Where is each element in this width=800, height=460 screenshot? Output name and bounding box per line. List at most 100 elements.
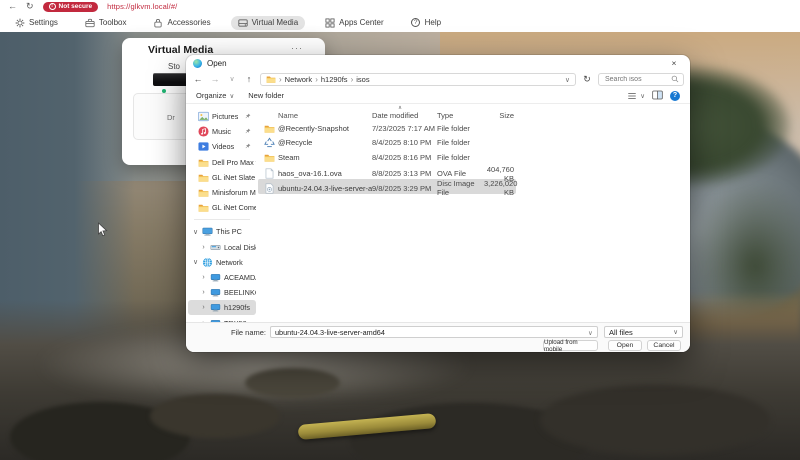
chevron-expanded-icon[interactable]: ∨ [192,258,199,266]
dialog-titlebar[interactable]: Open × [186,55,690,71]
close-icon[interactable]: × [665,56,683,70]
folder-icon [198,157,209,168]
cancel-button[interactable]: Cancel [647,340,681,351]
browser-refresh-icon[interactable]: ↻ [26,2,34,11]
question-icon: ? [411,18,421,28]
file-name-label: File name: [228,328,266,337]
menu-item-help[interactable]: ? Help [404,16,448,30]
column-header-size[interactable]: Size [484,111,514,120]
computer-icon [202,226,213,237]
dialog-body: PicturesMusicVideosDell Pro Max witGL iN… [186,104,690,322]
sidebar-item-gl-inet-slate-7[interactable]: GL iNet Slate 7 [188,170,256,185]
breadcrumb-segment-network[interactable]: Network [285,75,313,84]
sidebar-item-local-disk-c[interactable]: › Local Disk (C:) [188,240,256,255]
column-header-name[interactable]: Name [278,111,372,120]
file-row-recycle[interactable]: @Recycle8/4/2025 8:10 PMFile folder [258,136,516,151]
sidebar-item-aceamdaistr[interactable]: ›ACEAMDAISTR [188,270,256,285]
nav-back-icon[interactable]: ← [192,75,204,84]
chevron-expanded-icon[interactable]: ∨ [192,228,199,236]
nav-forward-icon[interactable]: → [209,75,221,84]
dropzone-label: Dr [167,113,175,122]
nav-up-icon[interactable]: ↑ [243,75,255,84]
folder-icon [198,172,209,183]
sidebar-item-minisforum-ms[interactable]: Minisforum MS- [188,185,256,200]
breadcrumb-segment-h1290fs[interactable]: h1290fs [321,75,348,84]
search-input[interactable] [603,75,671,84]
column-header-date-modified[interactable]: Date modified [372,111,437,120]
chevron-collapsed-icon[interactable]: › [200,304,207,311]
file-date-modified: 8/4/2025 8:10 PM [372,138,437,147]
sidebar-item-videos[interactable]: Videos [188,139,256,154]
sidebar-item-h1290fs[interactable]: › h1290fs [188,300,256,315]
organize-button[interactable]: Organize ∨ [196,91,234,100]
folder-icon [198,202,209,213]
breadcrumb-separator-icon: › [279,75,282,84]
pin-icon [245,112,251,121]
sidebar-item-this-pc[interactable]: ∨This PC [188,224,256,239]
folder-icon [264,123,275,134]
menu-item-label: Accessories [167,18,210,27]
file-type: OVA File [437,169,484,178]
file-icon [264,168,275,179]
url-text[interactable]: https://glkvm.local/#/ [107,2,177,11]
sidebar-item-label: Local Disk (C:) [224,243,256,252]
menu-item-label: Settings [29,18,58,27]
sidebar-item-label: Network [216,258,243,267]
pin-icon [245,127,251,136]
refresh-icon[interactable]: ↻ [581,74,593,85]
storage-label: Sto [168,62,180,71]
file-type: File folder [437,124,484,133]
address-dropdown-icon[interactable]: ∨ [565,76,570,84]
upload-from-mobile-button[interactable]: Upload from mobile [543,340,598,351]
file-row-steam[interactable]: Steam8/4/2025 8:16 PMFile folder [258,150,516,165]
file-name-input[interactable] [270,326,598,338]
file-size: 3,226,020 KB [484,179,514,197]
open-button[interactable]: Open [608,340,642,351]
file-row-ubuntu-24-04-3-live-server-amd64[interactable]: ubuntu-24.04.3-live-server-amd649/8/2025… [258,179,516,194]
view-mode-button[interactable]: ∨ [627,91,645,101]
chevron-collapsed-icon[interactable]: › [200,289,207,296]
breadcrumb-separator-icon: › [351,75,354,84]
menu-item-apps-center[interactable]: Apps Center [318,16,390,30]
new-folder-button[interactable]: New folder [248,91,284,100]
file-type-select[interactable]: All files ∨ [604,326,683,338]
preview-pane-icon[interactable] [652,90,663,102]
address-bar[interactable]: ›Network›h1290fs›isos∨ [260,73,576,86]
menu-item-toolbox[interactable]: Toolbox [78,16,134,30]
nav-recent-icon[interactable]: ∨ [226,76,238,83]
more-options-icon[interactable]: ··· [291,43,303,53]
file-row-haos-ova-16-1-ova[interactable]: haos_ova-16.1.ova8/8/2025 3:13 PMOVA Fil… [258,165,516,180]
chevron-collapsed-icon[interactable]: › [200,274,207,281]
sidebar-item-gl-inet-comet-f[interactable]: GL iNet Comet F [188,200,256,215]
network-pc-icon [210,287,221,298]
menu-item-label: Apps Center [339,18,383,27]
dialog-title: Open [207,59,227,68]
sidebar-divider [194,219,250,220]
network-pc-icon [210,272,221,283]
menu-item-accessories[interactable]: Accessories [146,16,217,30]
file-row-recently-snapshot[interactable]: @Recently-Snapshot7/23/2025 7:17 AMFile … [258,121,516,136]
sidebar-item-pictures[interactable]: Pictures [188,109,256,124]
breadcrumb-separator-icon: › [315,75,318,84]
browser-back-icon[interactable]: ← [8,2,17,11]
sidebar-item-music[interactable]: Music [188,124,256,139]
file-name-dropdown-icon[interactable]: ∨ [588,329,593,337]
dialog-footer: File name: ∨ All files ∨ Upload from mob… [186,322,690,352]
sidebar-item-label: h1290fs [224,303,250,312]
chevron-collapsed-icon[interactable]: › [200,244,207,251]
dialog-toolbar: Organize ∨ New folder ∨ ? [186,88,690,104]
help-icon[interactable]: ? [670,91,680,101]
sidebar-item-beelinkgtr9p[interactable]: ›BEELINKGTR9P [188,285,256,300]
sidebar-item-network[interactable]: ∨ Network [188,255,256,270]
sidebar-item-dell-pro-max-wit[interactable]: Dell Pro Max wit [188,155,256,170]
browser-toolbar: ← ↻ ! Not secure https://glkvm.local/#/ [0,0,800,13]
menu-item-virtual-media[interactable]: Virtual Media [231,16,306,30]
menu-item-label: Help [425,18,441,27]
sidebar-item-label: Minisforum MS- [212,188,256,197]
drive-icon [210,242,221,253]
column-header-type[interactable]: Type [437,111,484,120]
menu-item-settings[interactable]: Settings [8,16,65,30]
security-badge[interactable]: ! Not secure [43,2,99,12]
breadcrumb-segment-isos[interactable]: isos [356,75,369,84]
chevron-down-icon: ∨ [229,92,234,100]
